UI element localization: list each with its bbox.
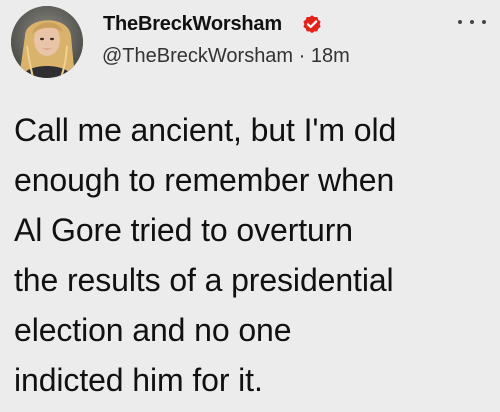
handle[interactable]: @TheBreckWorsham [102,45,293,67]
more-options-icon[interactable] [458,14,486,30]
avatar-image [11,6,83,78]
tweet-text-line: election and no one [14,312,292,348]
tweet-text-line: enough to remember when [14,162,395,198]
timestamp[interactable]: 18m [311,45,350,67]
display-name[interactable]: TheBreckWorsham [103,13,282,36]
tweet-text-line: the results of a presidential [14,262,394,298]
tweet-text-line: indicted him for it. [14,362,263,398]
dot [458,20,462,24]
tweet-card: TheBreckWorsham @TheBreckWorsham · 18m C… [0,0,500,412]
tweet-text-line: Call me ancient, but I'm old [14,112,397,148]
verified-badge-icon [301,13,323,35]
tweet-text-line: Al Gore tried to overturn [14,212,353,248]
handle-row: @TheBreckWorsham · 18m [102,45,350,68]
avatar[interactable] [11,6,83,78]
tweet-text: Call me ancient, but I'm old enough to r… [14,105,498,405]
dot [482,20,486,24]
dot [470,20,474,24]
separator: · [298,45,306,67]
